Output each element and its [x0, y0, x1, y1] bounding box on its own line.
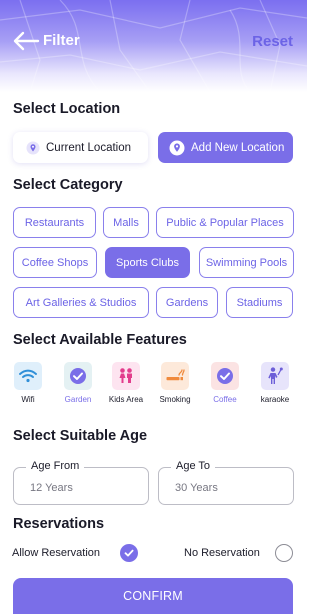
- check-icon: [64, 362, 92, 390]
- current-location-button[interactable]: Current Location: [13, 132, 148, 163]
- add-new-location-label: Add New Location: [191, 141, 285, 154]
- reset-button[interactable]: Reset: [252, 33, 293, 50]
- section-title-category: Select Category: [13, 177, 123, 193]
- age-to-value: 30 Years: [175, 482, 218, 494]
- feature-coffee[interactable]: Coffee: [202, 362, 248, 404]
- category-chip-coffee-shops[interactable]: Coffee Shops: [13, 247, 97, 278]
- feature-kids-area[interactable]: Kids Area: [103, 362, 149, 404]
- category-chip-malls[interactable]: Malls: [103, 207, 149, 238]
- age-to-field[interactable]: Age To 30 Years: [158, 460, 294, 505]
- section-title-age: Select Suitable Age: [13, 428, 148, 444]
- back-arrow-icon[interactable]: [12, 30, 40, 52]
- feature-label: Coffee: [213, 395, 237, 404]
- category-chip-swimming-pools[interactable]: Swimming Pools: [199, 247, 294, 278]
- age-from-value: 12 Years: [30, 482, 73, 494]
- confirm-button[interactable]: CONFIRM: [13, 578, 293, 614]
- age-to-label: Age To: [171, 460, 216, 472]
- age-from-label: Age From: [26, 460, 85, 472]
- feature-label: karaoke: [260, 395, 290, 404]
- check-icon: [211, 362, 239, 390]
- current-location-label: Current Location: [46, 141, 132, 154]
- age-from-field[interactable]: Age From 12 Years: [13, 460, 149, 505]
- feature-wifi[interactable]: Wifi: [5, 362, 51, 404]
- category-chip-restaurants[interactable]: Restaurants: [13, 207, 96, 238]
- header: Filter Reset: [0, 0, 307, 92]
- allow-reservation-label: Allow Reservation: [12, 547, 101, 559]
- section-title-reservations: Reservations: [13, 516, 105, 532]
- feature-label: Smoking: [159, 395, 191, 404]
- feature-label: Kids Area: [108, 395, 144, 404]
- add-new-location-button[interactable]: Add New Location: [158, 132, 293, 163]
- location-pin-icon: [169, 140, 185, 156]
- feature-smoking[interactable]: Smoking: [152, 362, 198, 404]
- feature-garden[interactable]: Garden: [55, 362, 101, 404]
- category-chip-sports-clubs[interactable]: Sports Clubs: [105, 247, 190, 278]
- location-pin-icon: [26, 141, 40, 155]
- smoking-icon: [161, 362, 189, 390]
- karaoke-icon: [261, 362, 289, 390]
- category-chip-gardens[interactable]: Gardens: [156, 287, 218, 318]
- feature-label: Garden: [64, 395, 92, 404]
- check-icon: [124, 549, 134, 557]
- no-reservation-radio[interactable]: [275, 544, 293, 562]
- wifi-icon: [14, 362, 42, 390]
- feature-label: Wifi: [21, 395, 35, 404]
- allow-reservation-radio[interactable]: [120, 544, 138, 562]
- category-chip-art-galleries-studios[interactable]: Art Galleries & Studios: [13, 287, 149, 318]
- section-title-features: Select Available Features: [13, 332, 187, 348]
- category-chip-public-popular-places[interactable]: Public & Popular Places: [156, 207, 294, 238]
- kids-icon: [112, 362, 140, 390]
- page-title: Filter: [43, 32, 80, 49]
- feature-karaoke[interactable]: karaoke: [252, 362, 298, 404]
- no-reservation-label: No Reservation: [184, 547, 260, 559]
- category-chip-stadiums[interactable]: Stadiums: [226, 287, 293, 318]
- section-title-location: Select Location: [13, 101, 121, 117]
